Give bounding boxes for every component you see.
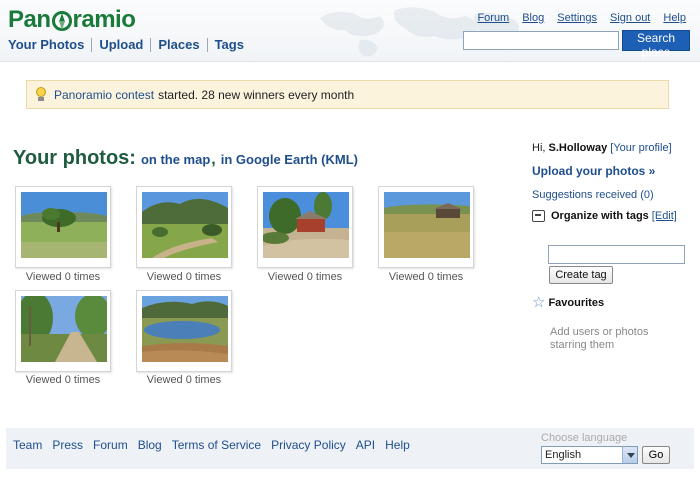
tag-name-input[interactable] xyxy=(548,245,685,264)
logo-text-end: ramio xyxy=(72,6,136,33)
photo-views: Viewed 0 times xyxy=(25,271,101,283)
photo-views: Viewed 0 times xyxy=(146,374,222,386)
page-title-main: Your photos: xyxy=(13,147,136,169)
user-greeting: Hi, S.Holloway [Your profile] xyxy=(532,142,672,154)
photo-views: Viewed 0 times xyxy=(267,271,343,283)
top-links: Forum Blog Settings Sign out Help xyxy=(464,12,686,24)
nav-upload[interactable]: Upload xyxy=(91,38,150,52)
panoramio-logo[interactable]: Pan ramio xyxy=(8,6,136,34)
photo-views: Viewed 0 times xyxy=(146,271,222,283)
footer-blog-link[interactable]: Blog xyxy=(138,438,162,452)
lightbulb-icon xyxy=(34,86,48,103)
contest-link[interactable]: Panoramio contest xyxy=(54,88,154,102)
footer-forum-link[interactable]: Forum xyxy=(93,438,128,452)
search-place-input[interactable] xyxy=(463,31,619,50)
create-tag-button[interactable]: Create tag xyxy=(549,266,613,284)
footer-links: Team Press Forum Blog Terms of Service P… xyxy=(13,438,420,452)
footer-press-link[interactable]: Press xyxy=(52,438,83,452)
language-go-button[interactable]: Go xyxy=(642,446,670,464)
footer-terms-link[interactable]: Terms of Service xyxy=(172,438,261,452)
google-earth-kml-link[interactable]: in Google Earth (KML) xyxy=(221,152,358,167)
nav-tags[interactable]: Tags xyxy=(206,38,251,52)
language-selected-value: English xyxy=(545,449,582,461)
edit-tags-link[interactable]: [Edit] xyxy=(652,210,677,222)
photo-thumbnail[interactable] xyxy=(378,186,474,268)
photo-image xyxy=(21,192,107,258)
contest-notice: Panoramio contest started. 28 new winner… xyxy=(26,80,669,109)
help-link[interactable]: Help xyxy=(663,12,686,24)
favourites-header: ☆ Favourites xyxy=(532,295,604,310)
header: Pan ramio Your Photos Upload Places Tags… xyxy=(0,0,700,62)
footer-privacy-link[interactable]: Privacy Policy xyxy=(271,438,346,452)
username: S.Holloway xyxy=(548,142,608,154)
suggestions-link[interactable]: Suggestions received (0) xyxy=(532,189,654,201)
photo-image xyxy=(142,192,228,258)
nav-your-photos[interactable]: Your Photos xyxy=(8,38,91,52)
title-comma: , xyxy=(211,151,216,168)
footer-help-link[interactable]: Help xyxy=(385,438,410,452)
tag-folder-icon xyxy=(532,210,545,222)
search-place-button[interactable]: Search place xyxy=(622,30,690,59)
greeting-text: Hi, xyxy=(532,142,546,154)
photo-image xyxy=(263,192,349,258)
photo-thumbnail[interactable] xyxy=(136,186,232,268)
favourites-note: Add users or photos starring them xyxy=(550,326,649,351)
compass-icon xyxy=(51,11,72,31)
main-nav: Your Photos Upload Places Tags xyxy=(8,38,251,52)
blog-link[interactable]: Blog xyxy=(522,12,544,24)
your-profile-link[interactable]: [Your profile] xyxy=(610,142,671,154)
photo-views: Viewed 0 times xyxy=(25,374,101,386)
chevron-down-icon[interactable] xyxy=(622,447,637,463)
photo-image xyxy=(142,296,228,362)
language-select[interactable]: English xyxy=(541,446,638,464)
sign-out-link[interactable]: Sign out xyxy=(610,12,650,24)
tags-title: Organize with tags xyxy=(551,210,649,222)
notice-text: started. 28 new winners every month xyxy=(158,87,355,102)
footer-team-link[interactable]: Team xyxy=(13,438,42,452)
photo-thumbnail[interactable] xyxy=(15,186,111,268)
tags-section-header: Organize with tags [Edit] xyxy=(532,210,677,222)
photo-image xyxy=(21,296,107,362)
photo-thumbnail[interactable] xyxy=(15,290,111,372)
forum-link[interactable]: Forum xyxy=(477,12,509,24)
page-title: Your photos: on the map , in Google Eart… xyxy=(13,147,358,170)
star-icon: ☆ xyxy=(532,294,546,311)
on-the-map-link[interactable]: on the map xyxy=(141,152,210,167)
footer: Team Press Forum Blog Terms of Service P… xyxy=(6,428,694,469)
photo-thumbnail[interactable] xyxy=(136,290,232,372)
footer-api-link[interactable]: API xyxy=(356,438,375,452)
favourites-title: Favourites xyxy=(548,296,605,309)
photo-views: Viewed 0 times xyxy=(388,271,464,283)
photo-image xyxy=(384,192,470,258)
language-label: Choose language xyxy=(541,432,628,444)
photo-thumbnail[interactable] xyxy=(257,186,353,268)
upload-photos-link[interactable]: Upload your photos » xyxy=(532,164,655,178)
logo-text-start: Pan xyxy=(8,6,51,33)
settings-link[interactable]: Settings xyxy=(557,12,597,24)
nav-places[interactable]: Places xyxy=(150,38,206,52)
